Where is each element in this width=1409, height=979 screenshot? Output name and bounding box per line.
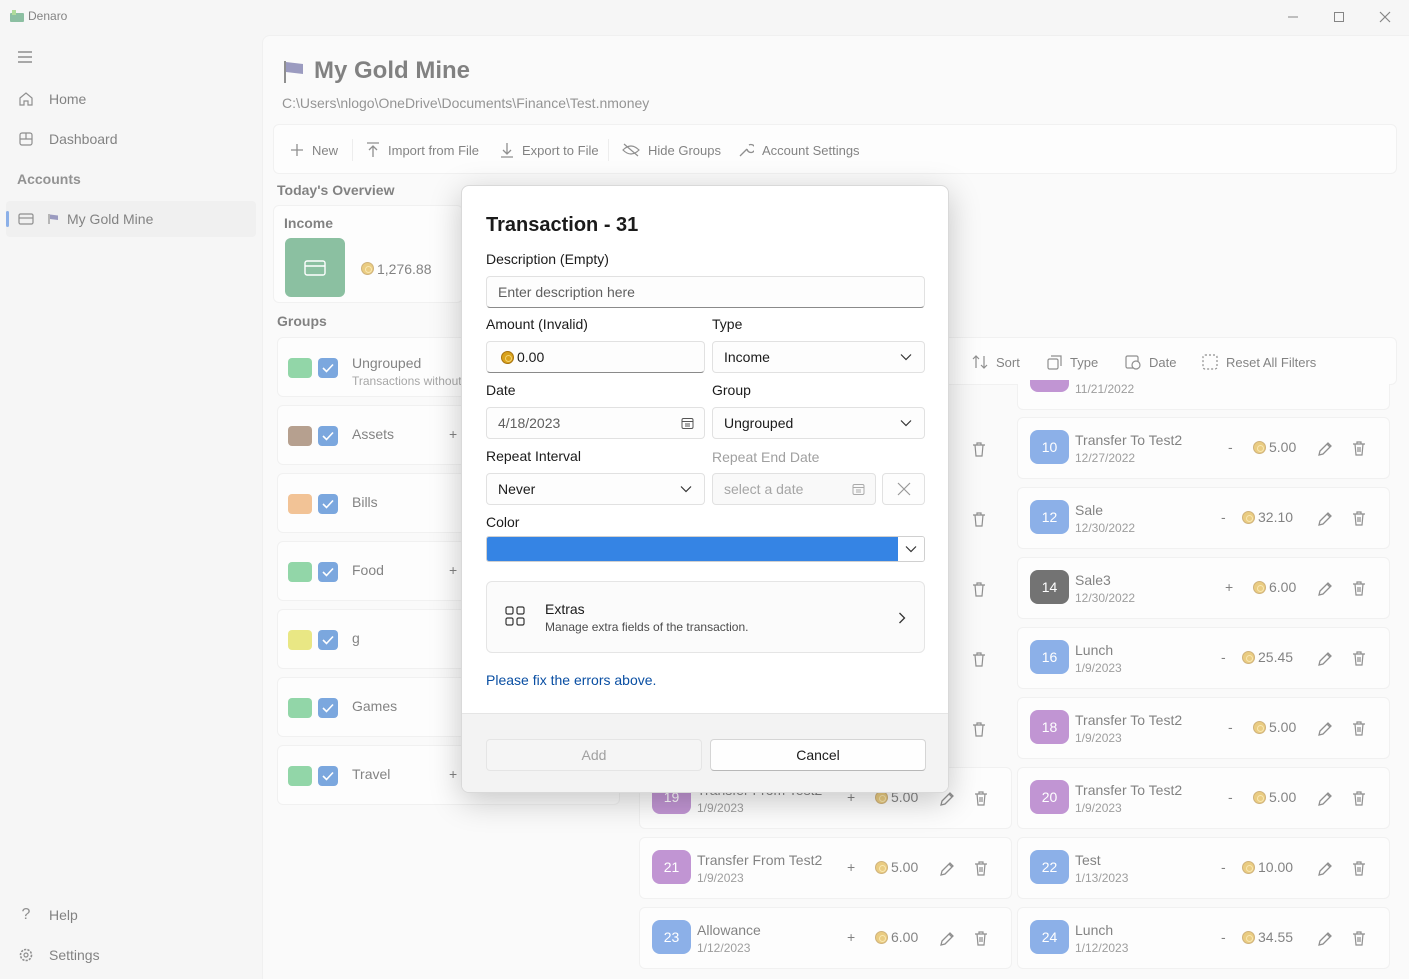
group-label: Group (712, 382, 751, 398)
chevron-down-icon (905, 546, 917, 553)
repeat-interval-value: Never (498, 481, 536, 497)
color-dropdown-button[interactable] (898, 537, 924, 561)
dialog-footer: Add Cancel (462, 713, 948, 792)
color-picker[interactable] (486, 536, 925, 562)
calendar-icon (852, 484, 865, 495)
dialog-title: Transaction - 31 (486, 214, 639, 236)
date-label: Date (486, 382, 516, 398)
color-label: Color (486, 514, 520, 530)
add-button[interactable]: Add (486, 739, 702, 771)
description-placeholder: Enter description here (498, 284, 635, 300)
extras-title: Extras (545, 601, 585, 617)
clear-end-date-button[interactable] (882, 473, 925, 505)
validation-error: Please fix the errors above. (486, 672, 657, 688)
chevron-down-icon (900, 354, 912, 361)
date-picker[interactable]: 4/18/2023 (486, 407, 705, 439)
repeat-interval-label: Repeat Interval (486, 448, 581, 464)
calendar-icon (681, 418, 694, 429)
chevron-right-icon (899, 612, 906, 624)
amount-input[interactable]: 0.00 (486, 341, 705, 373)
color-swatch (487, 537, 899, 561)
type-value: Income (724, 349, 770, 365)
cancel-button[interactable]: Cancel (710, 739, 926, 771)
grid-icon (505, 606, 525, 626)
repeat-end-date-label: Repeat End Date (712, 449, 820, 465)
chevron-down-icon (900, 420, 912, 427)
date-value: 4/18/2023 (498, 415, 561, 431)
extras-description: Manage extra fields of the transaction. (545, 620, 749, 634)
chevron-down-icon (680, 486, 692, 493)
amount-value: 0.00 (517, 349, 545, 365)
description-input[interactable]: Enter description here (486, 276, 925, 308)
coin-icon (501, 350, 514, 364)
transaction-dialog: Transaction - 31 Description (Empty) Ent… (461, 185, 949, 793)
repeat-end-date-picker[interactable]: select a date (712, 473, 876, 505)
group-value: Ungrouped (724, 415, 794, 431)
group-select[interactable]: Ungrouped (712, 407, 925, 439)
description-label: Description (Empty) (486, 251, 609, 267)
close-icon (897, 482, 910, 496)
repeat-interval-select[interactable]: Never (486, 473, 705, 505)
extras-row[interactable]: Extras Manage extra fields of the transa… (486, 581, 925, 653)
type-select[interactable]: Income (712, 341, 925, 373)
type-label: Type (712, 316, 743, 332)
repeat-end-date-placeholder: select a date (724, 481, 804, 497)
amount-label: Amount (Invalid) (486, 316, 588, 332)
